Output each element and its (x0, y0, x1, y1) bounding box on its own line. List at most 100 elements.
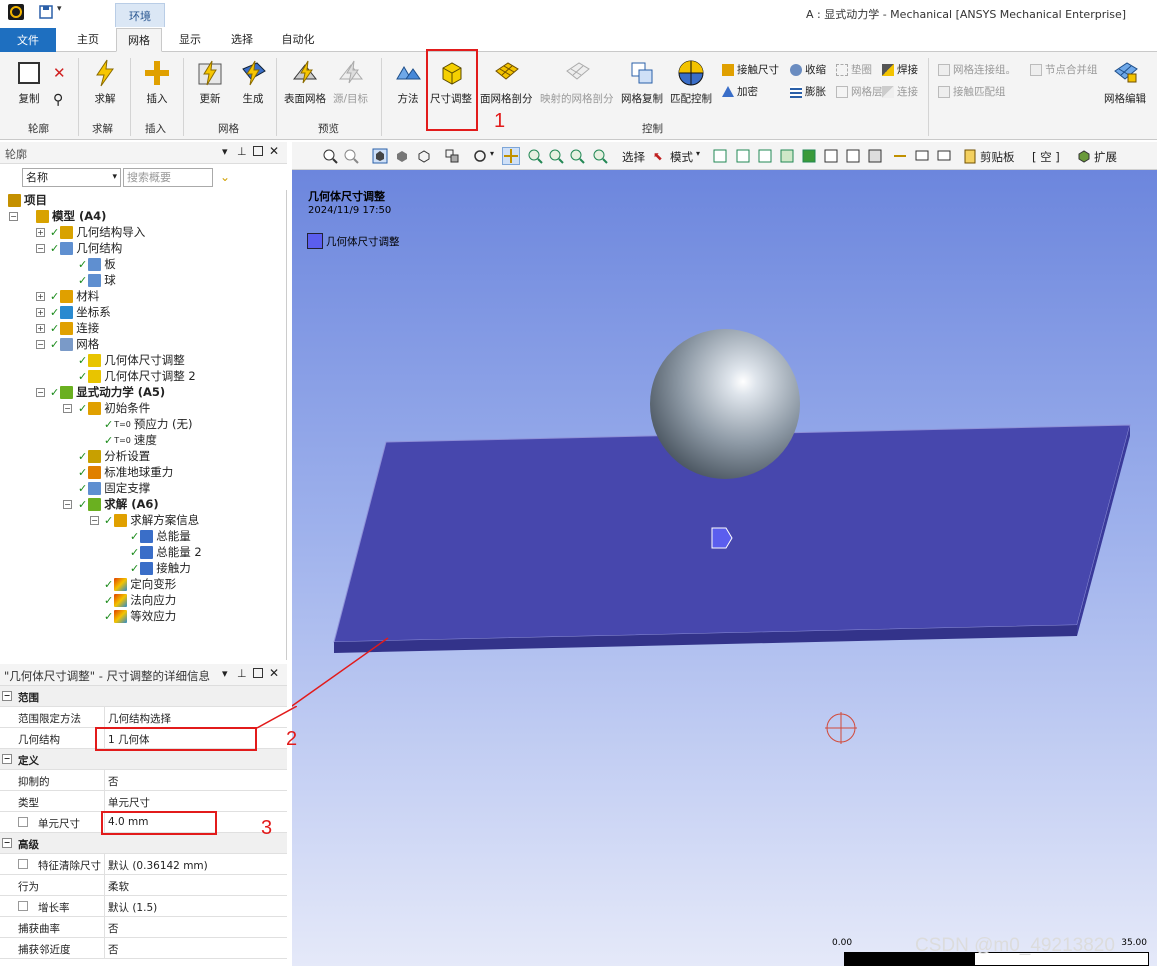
expand-icon[interactable]: + (36, 228, 45, 237)
maximize-icon[interactable] (253, 668, 263, 678)
row-capture-curvature[interactable]: 捕获曲率否 (0, 917, 287, 938)
select-edge-icon[interactable] (735, 148, 751, 164)
sphere-body[interactable] (650, 329, 800, 479)
row-defeature-size[interactable]: 特征清除尺寸 默认 (0.36142 mm) (0, 854, 287, 875)
tree-item-plate[interactable]: ✓ 板 (78, 256, 116, 272)
zoom-out-icon[interactable] (343, 148, 359, 164)
panel-menu-icon[interactable]: ▾ (222, 667, 228, 680)
select-face-icon[interactable] (757, 148, 773, 164)
mode-dropdown[interactable]: 模式 (670, 149, 693, 165)
tree-item-prestress[interactable]: ✓ T=0 预应力 (无) (104, 416, 193, 432)
tree-item-gravity[interactable]: ✓ 标准地球重力 (78, 464, 173, 480)
zoom-icon[interactable] (527, 148, 543, 164)
tab-automation[interactable]: 自动化 (276, 28, 320, 52)
tree-item-body-sizing[interactable]: ✓ 几何体尺寸调整 (78, 352, 185, 368)
connect-button[interactable]: 连接 (882, 84, 918, 99)
mesh-copy-button[interactable]: 网格复制 (621, 58, 663, 106)
select-mode-icon[interactable] (444, 148, 460, 164)
tree-item-project[interactable]: 项目 (8, 192, 47, 208)
pan-icon[interactable] (502, 147, 520, 165)
box-zoom-icon[interactable] (548, 148, 564, 164)
tab-selection[interactable]: 选择 (222, 28, 262, 52)
expand-icon[interactable]: + (36, 292, 45, 301)
tree-item-solution-information[interactable]: ✓ 求解方案信息 (104, 512, 199, 528)
zoom-to-fit-icon[interactable] (569, 148, 585, 164)
source-target-button[interactable]: 源/目标 (333, 58, 368, 106)
contact-match-group-button[interactable]: 接触匹配组 (938, 84, 1006, 99)
close-icon[interactable]: ✕ (269, 666, 279, 680)
extend-selection-icon[interactable] (892, 148, 908, 164)
magnifier-icon[interactable] (592, 148, 608, 164)
tree-item-normal-stress[interactable]: ✓ 法向应力 (104, 592, 176, 608)
row-capture-proximity[interactable]: 捕获邻近度否 (0, 938, 287, 959)
select-body-solid-icon[interactable] (801, 148, 817, 164)
delete-icon[interactable]: ✕ (53, 64, 66, 82)
pin-icon[interactable]: ⊥ (237, 145, 247, 158)
tree-item-geometry[interactable]: ✓ 几何结构 (50, 240, 122, 256)
filter-type-select[interactable]: 名称 ▾ (22, 168, 121, 187)
tree-item-model[interactable]: 模型 (A4) (36, 208, 106, 224)
select-button[interactable]: 选择 (622, 149, 645, 165)
gasket-button[interactable]: 垫圈 (836, 62, 872, 77)
row-behavior[interactable]: 行为 柔软 (0, 875, 287, 896)
row-suppressed[interactable]: 抑制的否 (0, 770, 287, 791)
wireframe-view-icon[interactable] (394, 148, 410, 164)
weld-button[interactable]: 焊接 (882, 62, 918, 77)
node-merge-group-button[interactable]: 节点合并组 (1030, 62, 1098, 77)
section-scope[interactable]: − 范围 (0, 686, 287, 707)
tree-item-sphere[interactable]: ✓ 球 (78, 272, 116, 288)
row-scoping-method[interactable]: 范围限定方法 几何结构选择 (0, 707, 287, 728)
panel-menu-icon[interactable]: ▾ (222, 145, 228, 158)
solve-button[interactable]: 求解 (90, 58, 120, 106)
inflation-button[interactable]: 膨胀 (790, 84, 826, 99)
expand-icon[interactable]: + (36, 324, 45, 333)
tree-item-directional-deformation[interactable]: ✓ 定向变形 (104, 576, 176, 592)
maximize-icon[interactable] (253, 146, 263, 156)
search-icon[interactable]: ⚲ (53, 92, 63, 108)
file-menu[interactable]: 文件 (0, 28, 56, 52)
tree-item-equivalent-stress[interactable]: ✓ 等效应力 (104, 608, 176, 624)
tree-item-analysis-settings[interactable]: ✓ 分析设置 (78, 448, 150, 464)
insert-button[interactable]: 插入 (142, 58, 172, 106)
tree-item-fixed-support[interactable]: ✓ 固定支撑 (78, 480, 150, 496)
collapse-icon[interactable]: − (63, 500, 72, 509)
outline-search-input[interactable]: 搜索概要 (123, 168, 213, 187)
select-node-icon[interactable] (823, 148, 839, 164)
tree-item-contact-force[interactable]: ✓ 接触力 (130, 560, 191, 576)
collapse-icon[interactable]: − (90, 516, 99, 525)
pin-icon[interactable]: ⊥ (237, 667, 247, 680)
rotate-icon[interactable] (472, 148, 488, 164)
context-tab-environment[interactable]: 环境 (115, 3, 165, 27)
tree-item-solution[interactable]: ✓ 求解 (A6) (78, 496, 159, 512)
pinch-button[interactable]: 收缩 (790, 62, 826, 77)
close-icon[interactable]: ✕ (269, 144, 279, 158)
save-icon[interactable] (38, 4, 54, 20)
extend-dropdown[interactable]: 扩展 (1094, 149, 1117, 165)
collapse-icon[interactable]: − (36, 340, 45, 349)
parameter-checkbox[interactable] (18, 901, 28, 911)
tree-item-coordinate-systems[interactable]: ✓ 坐标系 (50, 304, 111, 320)
zoom-in-icon[interactable] (322, 148, 338, 164)
select-vertex-icon[interactable] (712, 148, 728, 164)
collapse-icon[interactable]: − (63, 404, 72, 413)
mesh-layer-button[interactable]: 网格层 (836, 84, 883, 99)
match-control-button[interactable]: 匹配控制 (670, 58, 712, 106)
collapse-icon[interactable]: − (36, 244, 45, 253)
tree-item-velocity[interactable]: ✓ T=0 速度 (104, 432, 157, 448)
tree-item-body-sizing-2[interactable]: ✓ 几何体尺寸调整 2 (78, 368, 196, 384)
select-element-face-icon[interactable] (867, 148, 883, 164)
parameter-checkbox[interactable] (18, 817, 28, 827)
select-body-icon[interactable] (779, 148, 795, 164)
tab-mesh[interactable]: 网格 (116, 28, 162, 52)
refinement-button[interactable]: 加密 (722, 84, 758, 99)
row-growth-rate[interactable]: 增长率 默认 (1.5) (0, 896, 287, 917)
quick-access-dropdown-icon[interactable]: ▾ (57, 4, 73, 20)
collapse-icon[interactable]: − (9, 212, 18, 221)
row-type[interactable]: 类型 单元尺寸 (0, 791, 287, 812)
method-button[interactable]: 方法 (393, 58, 423, 106)
mesh-connection-group-button[interactable]: 网格连接组。 (938, 62, 1016, 77)
section-advanced[interactable]: − 高级 (0, 833, 287, 854)
surface-mesh-button[interactable]: 表面网格 (284, 58, 326, 106)
annotation-icon[interactable] (914, 148, 930, 164)
chevron-down-icon[interactable]: ▾ (696, 149, 700, 158)
